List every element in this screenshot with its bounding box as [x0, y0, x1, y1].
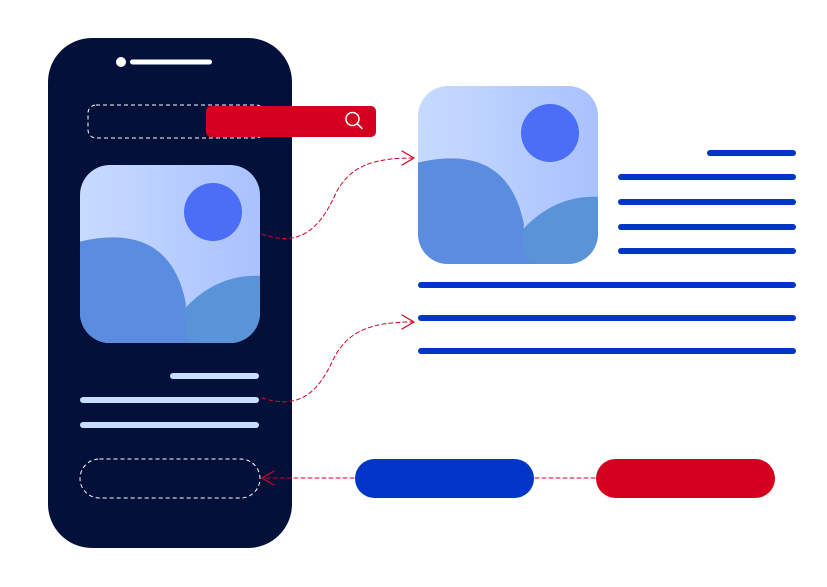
phone-text-line-short: [170, 373, 259, 379]
desktop-text-line-wide: [418, 282, 796, 288]
phone-camera-dot: [116, 57, 126, 67]
phone-mockup: [48, 38, 376, 548]
phone-text-line: [80, 422, 259, 428]
phone-speaker-bar: [130, 59, 212, 65]
image-placeholder-icon: [80, 165, 260, 343]
secondary-button[interactable]: [596, 459, 775, 498]
illustration-stage: [0, 0, 827, 587]
desktop-text-line: [618, 224, 796, 230]
search-bar-field[interactable]: [206, 106, 376, 137]
desktop-text-line: [618, 174, 796, 180]
search-bar[interactable]: [206, 106, 376, 137]
desktop-layout: [355, 86, 796, 498]
desktop-text-line-wide: [418, 348, 796, 354]
image-sun: [184, 183, 242, 241]
desktop-text-line: [618, 199, 796, 205]
primary-button[interactable]: [355, 459, 534, 498]
image-sun: [521, 104, 579, 162]
desktop-text-line-short: [707, 150, 796, 156]
phone-text-line: [80, 397, 259, 403]
desktop-text-line: [618, 248, 796, 254]
image-placeholder-icon: [418, 86, 598, 264]
mobile-to-desktop-diagram: [48, 38, 796, 548]
desktop-text-line-wide: [418, 315, 796, 321]
